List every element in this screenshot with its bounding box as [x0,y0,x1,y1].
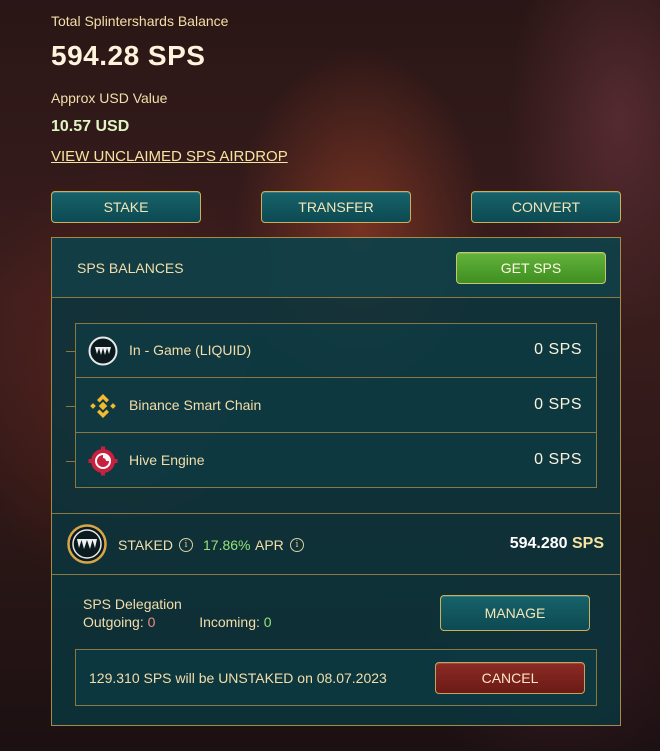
staked-fang-icon [67,524,107,564]
sps-balances-panel: SPS BALANCES GET SPS In - Game (LIQUID) … [51,237,621,726]
stake-button[interactable]: STAKE [51,191,201,223]
incoming-label: Incoming: [199,614,260,630]
apr-label: APR [255,537,284,553]
row-connector [66,461,76,462]
row-connector [66,406,76,407]
balance-list: In - Game (LIQUID) 0 SPS Binance Smart C… [66,323,597,488]
outgoing-label: Outgoing: [83,614,144,630]
staked-amount-value: 594.280 [509,535,568,552]
convert-button[interactable]: CONVERT [471,191,621,223]
total-balance-label: Total Splintershards Balance [51,13,229,29]
balance-name: Hive Engine [129,452,205,468]
usd-value-label: Approx USD Value [51,90,168,106]
staked-info-icon[interactable]: i [179,538,193,552]
manage-delegation-button[interactable]: MANAGE [440,595,590,631]
total-balance-value: 594.28 SPS [51,40,206,71]
hive-engine-icon [88,446,118,476]
balance-name: In - Game (LIQUID) [129,342,252,358]
balance-row-hive: Hive Engine 0 SPS [66,434,596,488]
balance-amount: 0 SPS [534,451,582,468]
delegation-title: SPS Delegation [83,596,182,612]
apr-info-icon[interactable]: i [290,538,304,552]
cancel-unstake-button[interactable]: CANCEL [435,662,585,694]
get-sps-button[interactable]: GET SPS [456,252,606,284]
balance-name: Binance Smart Chain [129,397,262,413]
usd-value: 10.57 USD [51,118,130,135]
balance-amount: 0 SPS [534,396,582,413]
balance-row-ingame: In - Game (LIQUID) 0 SPS [66,324,596,378]
row-connector [66,351,76,352]
staked-label: STAKED [118,537,173,553]
balance-row-bsc: Binance Smart Chain 0 SPS [66,379,596,433]
transfer-button[interactable]: TRANSFER [261,191,411,223]
staked-amount-unit: SPS [571,535,604,552]
unstake-notice: 129.310 SPS will be UNSTAKED on 08.07.20… [75,649,597,706]
staked-amount: 594.280 SPS [510,535,604,553]
balance-amount: 0 SPS [534,341,582,358]
incoming-value: 0 [263,614,272,630]
outgoing-value: 0 [147,614,156,630]
splinterlands-fang-icon [88,336,118,366]
binance-icon [90,394,116,418]
sps-balances-title: SPS BALANCES [77,260,184,276]
delegation-counts: Outgoing: 0 Incoming: 0 [83,614,272,630]
unclaimed-airdrop-link[interactable]: VIEW UNCLAIMED SPS AIRDROP [51,148,288,165]
panel-header: SPS BALANCES GET SPS [52,238,620,298]
unstake-message: 129.310 SPS will be UNSTAKED on 08.07.20… [89,670,387,686]
staked-row: STAKED i 17.86% APR i 594.280 SPS [52,513,620,575]
apr-value: 17.86% [203,537,251,553]
